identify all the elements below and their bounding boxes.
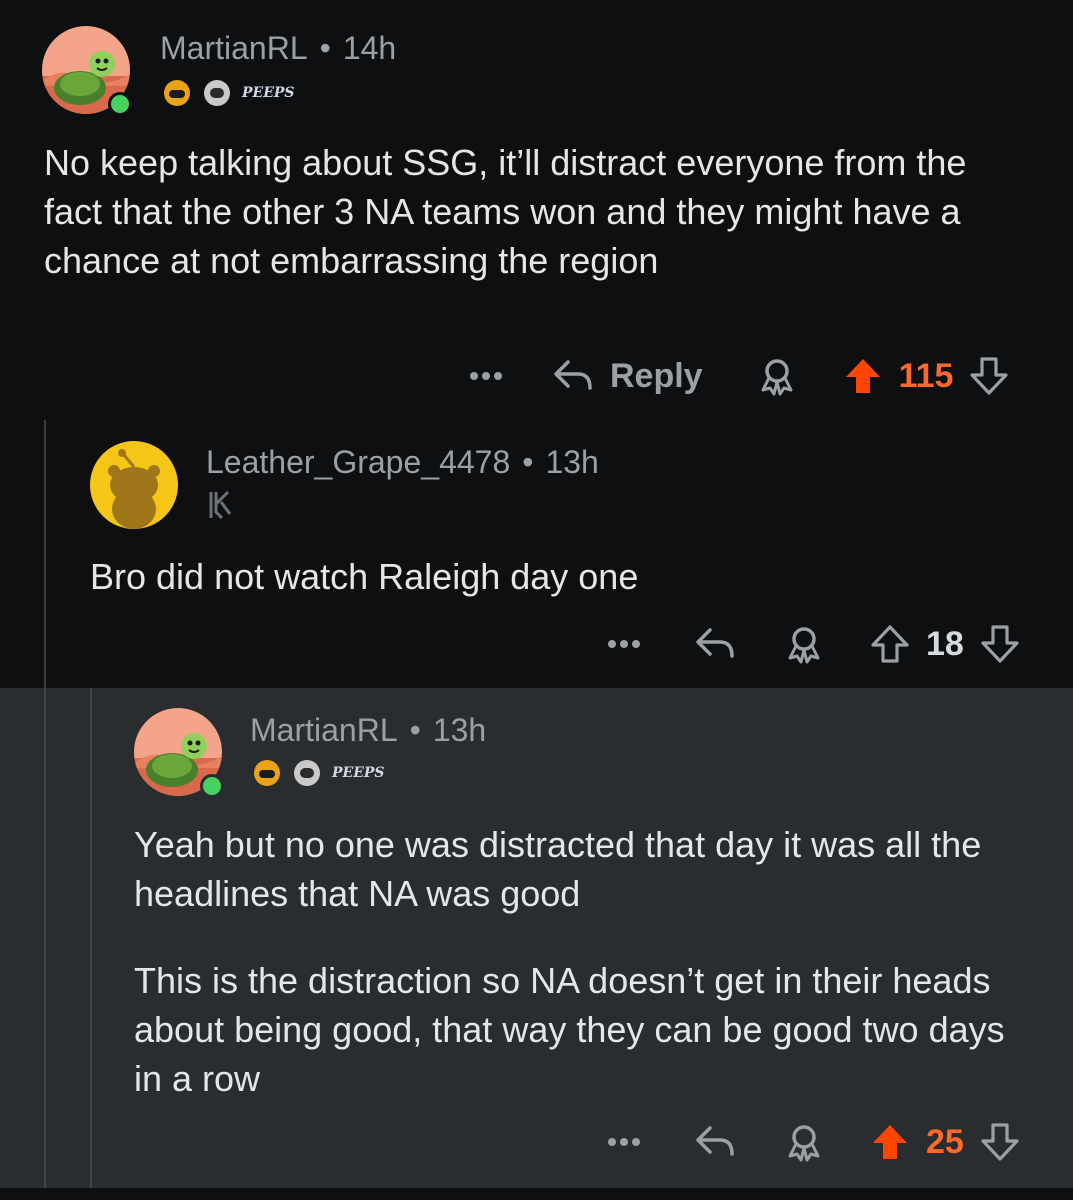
award-button[interactable]: [784, 1122, 824, 1162]
vote-score: 18: [926, 624, 964, 663]
comment-meta: MartianRL • 14h: [160, 30, 397, 66]
downvote-icon: [981, 1123, 1019, 1161]
reply-label: Reply: [610, 356, 703, 395]
more-button[interactable]: [468, 370, 504, 382]
award-button[interactable]: [784, 624, 824, 664]
reply-button[interactable]: Reply: [552, 357, 703, 396]
vote-score: 115: [898, 356, 954, 395]
more-button[interactable]: [606, 1136, 642, 1148]
snoo-avatar-icon: [90, 441, 178, 529]
comment-paragraph: Bro did not watch Raleigh day one: [90, 556, 639, 597]
thread-line[interactable]: [44, 420, 46, 688]
user-flair: PEEPS: [162, 78, 295, 108]
downvote-icon: [970, 357, 1009, 395]
downvote-button[interactable]: [980, 624, 1020, 664]
upvote-icon: [871, 625, 909, 663]
flair-text: PEEPS: [332, 765, 385, 781]
upvote-icon: [845, 359, 880, 393]
award-icon: [761, 359, 793, 396]
more-icon: [470, 372, 502, 380]
comment-paragraph: This is the distraction so NA doesn’t ge…: [134, 960, 1005, 1099]
comment-body: Bro did not watch Raleigh day one: [90, 552, 1030, 601]
thread-line[interactable]: [44, 688, 46, 1188]
avatar[interactable]: [90, 441, 178, 529]
vote-score: 25: [926, 1122, 964, 1161]
comment-meta: Leather_Grape_4478 • 13h: [206, 444, 599, 480]
more-icon: [608, 640, 640, 648]
upvote-button[interactable]: [843, 356, 883, 396]
online-indicator: [108, 92, 132, 116]
reply-button[interactable]: [694, 1124, 736, 1160]
reply-icon: [696, 628, 734, 658]
online-indicator: [200, 774, 224, 798]
reply-button[interactable]: [694, 626, 736, 662]
user-flair: PEEPS: [252, 758, 385, 788]
comment-meta: MartianRL • 13h: [250, 712, 487, 748]
thread-line[interactable]: [90, 688, 92, 1188]
helmet-badge-icon: [254, 760, 280, 786]
user-flair: [208, 490, 234, 520]
team-logo-badge-icon: [209, 490, 232, 520]
more-icon: [608, 1138, 640, 1146]
comment-actions: 18: [606, 624, 1020, 664]
astronaut-badge-icon: [204, 80, 230, 106]
timestamp: 13h: [545, 444, 599, 480]
downvote-button[interactable]: [980, 1122, 1020, 1162]
comment-body: Yeah but no one was distracted that day …: [134, 820, 1034, 1103]
avatar[interactable]: [42, 26, 132, 116]
author-name[interactable]: Leather_Grape_4478: [206, 444, 510, 480]
author-name[interactable]: MartianRL: [250, 712, 398, 748]
flair-text: PEEPS: [242, 85, 295, 101]
reply-icon: [554, 360, 592, 390]
bottom-edge: [0, 1188, 1073, 1200]
reply-icon: [696, 1126, 734, 1156]
downvote-button[interactable]: [969, 356, 1009, 396]
upvote-button[interactable]: [870, 624, 910, 664]
timestamp: 14h: [342, 30, 397, 66]
comment-paragraph: No keep talking about SSG, it’ll distrac…: [44, 142, 967, 281]
author-name[interactable]: MartianRL: [160, 30, 308, 66]
comment-paragraph: Yeah but no one was distracted that day …: [134, 824, 982, 914]
comment-actions: 25: [606, 1122, 1020, 1162]
award-button[interactable]: [757, 356, 797, 396]
award-icon: [788, 1125, 820, 1162]
timestamp: 13h: [432, 712, 487, 748]
upvote-icon: [873, 1125, 907, 1159]
more-button[interactable]: [606, 638, 642, 650]
award-icon: [788, 627, 820, 664]
downvote-icon: [981, 625, 1019, 663]
comment-body: No keep talking about SSG, it’ll distrac…: [44, 138, 1034, 285]
comment-actions: Reply 115: [468, 356, 1009, 396]
helmet-badge-icon: [164, 80, 190, 106]
avatar[interactable]: [134, 708, 224, 798]
astronaut-badge-icon: [294, 760, 320, 786]
upvote-button[interactable]: [870, 1122, 910, 1162]
